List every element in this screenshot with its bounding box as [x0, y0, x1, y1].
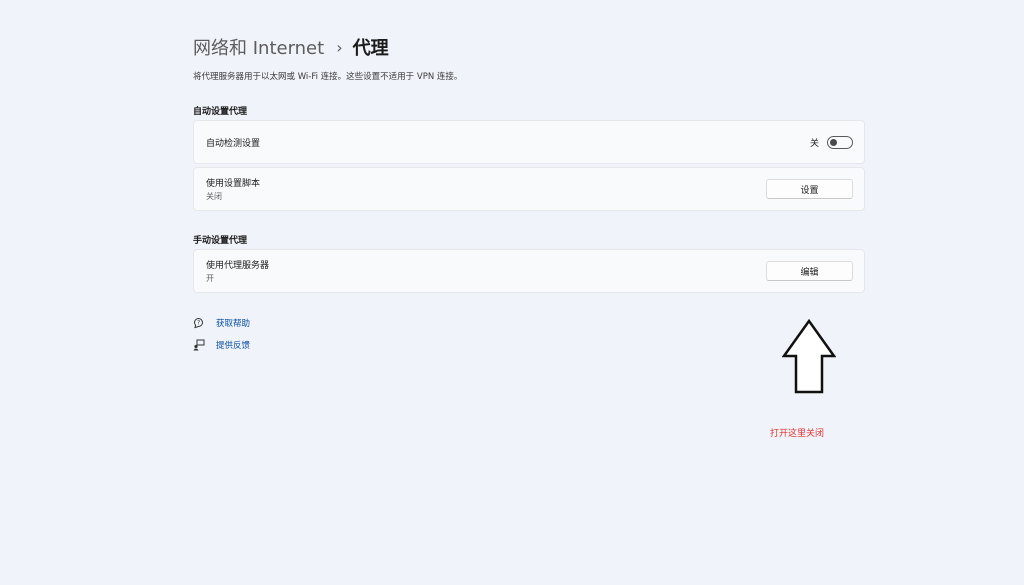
get-help-link[interactable]: ? 获取帮助	[193, 315, 865, 331]
manual-proxy-section-title: 手动设置代理	[193, 236, 248, 246]
svg-text:?: ?	[197, 320, 200, 327]
auto-detect-label: 自动检测设置	[206, 138, 261, 149]
give-feedback-link[interactable]: 提供反馈	[193, 337, 865, 353]
page-title: 代理	[352, 38, 389, 59]
help-icon: ?	[193, 317, 205, 329]
breadcrumb: 网络和 Internet › 代理	[193, 30, 865, 64]
setup-script-status: 关闭	[206, 192, 222, 201]
setup-script-card: 使用设置脚本 关闭 设置	[193, 167, 865, 211]
setup-script-button[interactable]: 设置	[766, 179, 853, 199]
breadcrumb-parent-link[interactable]: 网络和 Internet	[193, 34, 324, 60]
auto-proxy-section-title: 自动设置代理	[193, 107, 248, 117]
proxy-server-label: 使用代理服务器	[206, 261, 270, 271]
help-links: ? 获取帮助 提供反馈	[193, 315, 865, 353]
auto-detect-toggle[interactable]	[827, 135, 853, 149]
edit-proxy-button[interactable]: 编辑	[766, 261, 853, 281]
auto-detect-toggle-state: 关	[809, 138, 819, 149]
proxy-settings-page: 网络和 Internet › 代理 将代理服务器用于以太网或 Wi-Fi 连接。…	[193, 30, 865, 359]
feedback-icon	[193, 339, 205, 351]
auto-detect-toggle-group[interactable]: 关	[809, 135, 853, 149]
breadcrumb-separator: ›	[336, 37, 343, 57]
toggle-knob	[830, 138, 837, 146]
setup-script-label: 使用设置脚本	[206, 179, 261, 189]
auto-detect-settings-card: 自动检测设置 关	[193, 120, 865, 164]
annotation-text: 打开这里关闭	[770, 429, 825, 439]
proxy-server-status: 开	[206, 274, 214, 283]
give-feedback-label[interactable]: 提供反馈	[216, 339, 250, 351]
page-description: 将代理服务器用于以太网或 Wi-Fi 连接。这些设置不适用于 VPN 连接。	[193, 72, 463, 82]
get-help-label[interactable]: 获取帮助	[216, 317, 250, 329]
up-arrow-icon	[782, 319, 836, 394]
proxy-server-card: 使用代理服务器 开 编辑	[193, 249, 865, 293]
